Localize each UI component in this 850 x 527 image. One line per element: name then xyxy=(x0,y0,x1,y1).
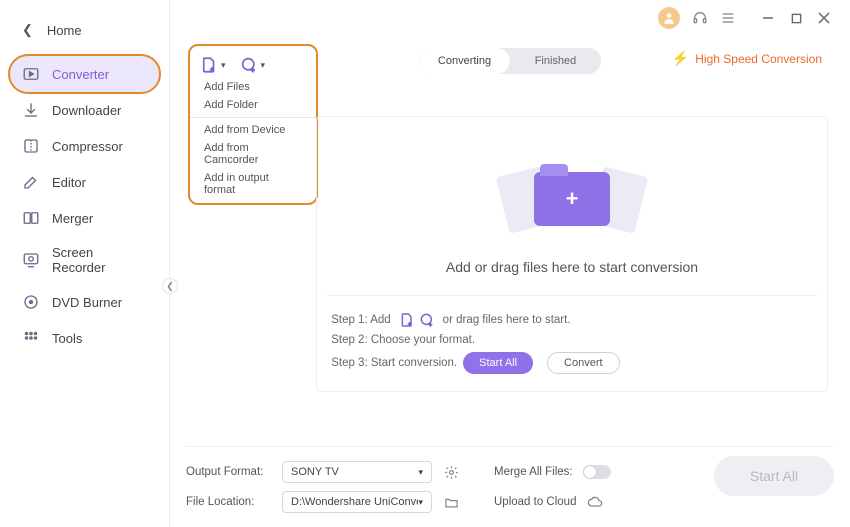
downloader-icon xyxy=(22,101,40,119)
merger-icon xyxy=(22,209,40,227)
sidebar-item-label: Downloader xyxy=(52,103,121,118)
start-all-main-button[interactable]: Start All xyxy=(714,456,834,496)
folder-illustration: + xyxy=(512,159,632,239)
add-url-icon xyxy=(419,312,435,328)
sidebar: ❮ Home Converter Downloader Compressor Edit… xyxy=(0,0,170,527)
main-panel: Converting Finished ⚡ High Speed Convers… xyxy=(170,0,850,527)
sidebar-item-label: Merger xyxy=(52,211,93,226)
menu-item-add-from-device[interactable]: Add from Device xyxy=(190,121,316,139)
add-menu-callout: ▾ ▾ Add FilesAdd Folder Add from DeviceA… xyxy=(188,44,318,205)
sidebar-item-converter[interactable]: Converter xyxy=(10,56,159,92)
chevron-down-icon: ▾ xyxy=(221,60,226,71)
bolt-icon: ⚡ xyxy=(672,50,689,67)
upload-label: Upload to Cloud xyxy=(494,496,576,508)
converter-icon xyxy=(22,65,40,83)
chevron-down-icon: ▾ xyxy=(418,467,423,478)
sidebar-item-label: Converter xyxy=(52,67,109,82)
merge-toggle[interactable] xyxy=(583,465,611,479)
step-2: Step 2: Choose your format. xyxy=(331,334,475,346)
sidebar-item-screen-recorder[interactable]: Screen Recorder xyxy=(10,236,159,284)
sidebar-item-label: DVD Burner xyxy=(52,295,122,310)
menu-item-add-in-output-format[interactable]: Add in output format xyxy=(190,169,316,199)
drop-zone[interactable]: + Add or drag files here to start conver… xyxy=(316,116,828,392)
output-format-label: Output Format: xyxy=(186,466,272,478)
home-label: Home xyxy=(47,23,82,38)
back-icon: ❮ xyxy=(22,22,33,38)
plus-icon: + xyxy=(566,186,579,212)
add-file-icon xyxy=(399,312,415,328)
sidebar-item-label: Editor xyxy=(52,175,86,190)
tab-finished[interactable]: Finished xyxy=(510,48,601,74)
sidebar-item-label: Tools xyxy=(52,331,82,346)
step-1-suffix: or drag files here to start. xyxy=(443,314,571,326)
chevron-down-icon: ▾ xyxy=(418,497,423,508)
sidebar-item-editor[interactable]: Editor xyxy=(10,164,159,200)
tools-icon xyxy=(22,329,40,347)
drop-zone-headline: Add or drag files here to start conversi… xyxy=(446,259,698,275)
convert-button[interactable]: Convert xyxy=(547,352,620,374)
steps-list: Step 1: Add or drag files here to start.… xyxy=(327,296,817,390)
chevron-down-icon: ▾ xyxy=(261,60,266,71)
dvd-burner-icon xyxy=(22,293,40,311)
start-all-button[interactable]: Start All xyxy=(463,352,533,374)
tab-converting[interactable]: Converting xyxy=(419,48,510,74)
output-format-select[interactable]: SONY TV ▾ xyxy=(282,461,432,483)
mode-tabs: Converting Finished xyxy=(419,48,601,74)
high-speed-conversion[interactable]: ⚡ High Speed Conversion xyxy=(672,50,822,67)
menu-item-add-files[interactable]: Add Files xyxy=(190,78,316,96)
step-3: Step 3: Start conversion. xyxy=(331,357,457,369)
cloud-icon[interactable] xyxy=(586,493,604,511)
settings-gear-icon[interactable] xyxy=(442,463,460,481)
home-nav[interactable]: ❮ Home xyxy=(0,12,169,56)
sidebar-item-tools[interactable]: Tools xyxy=(10,320,159,356)
sidebar-item-label: Screen Recorder xyxy=(52,245,147,275)
file-location-select[interactable]: D:\Wondershare UniConverter 1 ▾ xyxy=(282,491,432,513)
merge-label: Merge All Files: xyxy=(494,466,573,478)
screen-recorder-icon xyxy=(22,251,40,269)
sidebar-item-compressor[interactable]: Compressor xyxy=(10,128,159,164)
add-file-button[interactable]: ▾ xyxy=(200,56,226,74)
compressor-icon xyxy=(22,137,40,155)
file-location-label: File Location: xyxy=(186,496,272,508)
editor-icon xyxy=(22,173,40,191)
menu-item-add-folder[interactable]: Add Folder xyxy=(190,96,316,114)
sidebar-item-dvd-burner[interactable]: DVD Burner xyxy=(10,284,159,320)
sidebar-item-merger[interactable]: Merger xyxy=(10,200,159,236)
sidebar-item-downloader[interactable]: Downloader xyxy=(10,92,159,128)
add-url-button[interactable]: ▾ xyxy=(240,56,266,74)
folder-open-icon[interactable] xyxy=(442,493,460,511)
step-1-prefix: Step 1: Add xyxy=(331,314,390,326)
sidebar-item-label: Compressor xyxy=(52,139,123,154)
menu-item-add-from-camcorder[interactable]: Add from Camcorder xyxy=(190,139,316,169)
